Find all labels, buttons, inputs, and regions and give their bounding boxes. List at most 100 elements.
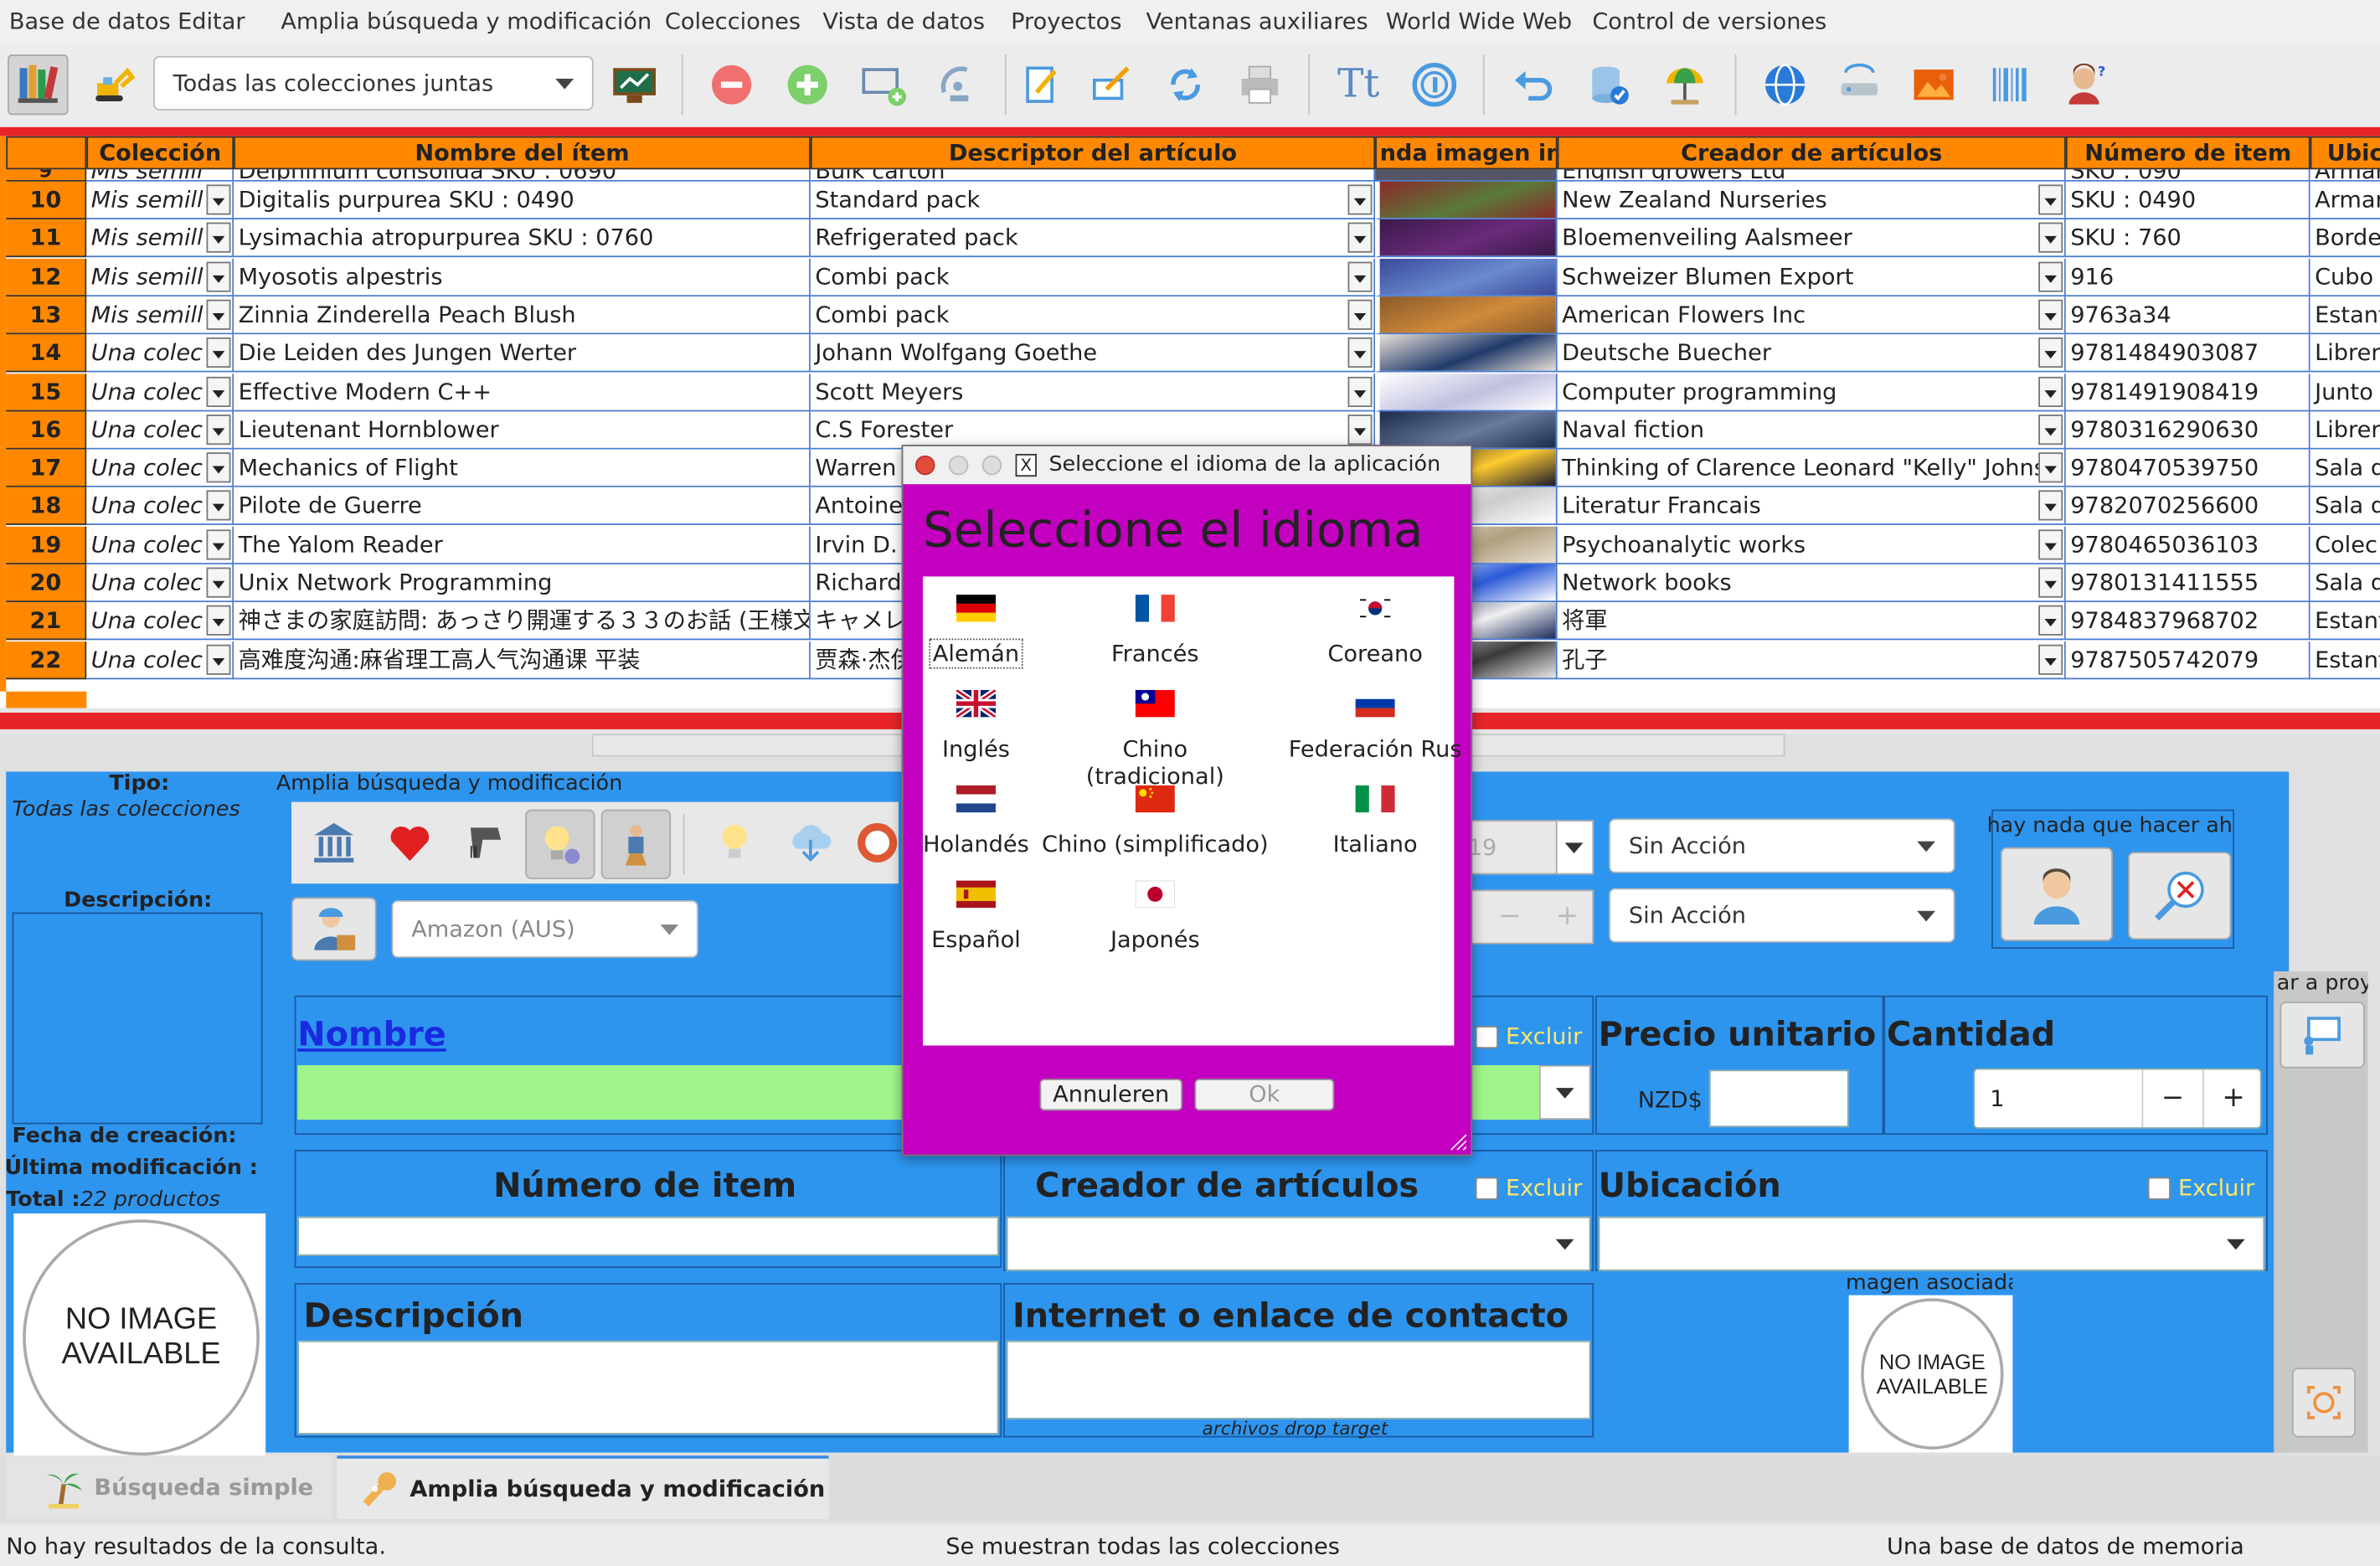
server-icon[interactable] <box>1829 54 1890 115</box>
cell-creador[interactable]: New Zealand Nurseries <box>1557 181 2066 219</box>
cell-dropdown-button[interactable] <box>2038 567 2063 598</box>
cell-coleccion[interactable]: Una colec <box>86 526 234 564</box>
collection-select[interactable]: Todas las colecciones juntas <box>153 55 594 111</box>
cell-descriptor[interactable]: Standard pack <box>810 181 1376 219</box>
nombre-excluir-checkbox[interactable]: Excluir <box>1475 1023 1582 1050</box>
cantidad-minus-button[interactable]: − <box>2141 1069 2202 1128</box>
cell-imagen[interactable] <box>1375 373 1558 411</box>
cell-dropdown-button[interactable] <box>206 260 231 291</box>
cell-numero[interactable]: 9763a34 <box>2065 296 2310 335</box>
cell-coleccion[interactable]: Mis semill <box>86 181 234 219</box>
language-option-frances[interactable]: Francés <box>1064 595 1247 667</box>
cell-creador[interactable]: 将軍 <box>1557 602 2066 641</box>
nombre-label[interactable]: Nombre <box>297 1017 446 1054</box>
language-option-chino-simplificado[interactable]: Chino (simplificado) <box>1018 785 1291 858</box>
heart-icon[interactable] <box>377 810 444 876</box>
undo-icon[interactable] <box>1502 54 1563 115</box>
ubicacion-excluir-checkbox[interactable]: Excluir <box>2147 1174 2254 1202</box>
col-header-nombre[interactable]: Nombre del ítem <box>234 136 811 170</box>
row-number[interactable]: 11 <box>6 219 87 258</box>
cell-nombre[interactable]: Myosotis alpestris <box>234 258 811 296</box>
cell-dropdown-button[interactable] <box>206 184 231 215</box>
language-option-japones[interactable]: Japonés <box>1064 880 1247 953</box>
cell-dropdown-button[interactable] <box>2038 375 2063 407</box>
cell-imagen[interactable] <box>1375 258 1558 296</box>
search-clear-icon[interactable] <box>2128 852 2232 940</box>
descripcion-input[interactable] <box>297 1340 999 1435</box>
cell-creador[interactable]: Schweizer Blumen Export <box>1557 258 2066 296</box>
cell-nombre[interactable]: Pilote de Guerre <box>234 487 811 526</box>
language-option-aleman[interactable]: Alemán <box>885 595 1068 669</box>
excavator-icon[interactable] <box>84 54 145 115</box>
cell-creador[interactable]: Thinking of Clarence Leonard "Kelly" Joh… <box>1557 449 2066 487</box>
museum-icon[interactable] <box>301 810 368 876</box>
cell-nombre[interactable]: 高难度沟通:麻省理工高人气沟通课 平装 <box>234 641 811 679</box>
precio-input[interactable] <box>1708 1069 1849 1128</box>
barcode-scanner-icon[interactable] <box>452 810 519 876</box>
cell-dropdown-button[interactable] <box>206 528 231 559</box>
cell-imagen[interactable] <box>1375 411 1558 450</box>
cell-nombre[interactable]: Zinnia Zinderella Peach Blush <box>234 296 811 335</box>
cell-descriptor[interactable]: Johann Wolfgang Goethe <box>810 334 1376 373</box>
cell-imagen[interactable] <box>1375 181 1558 219</box>
cell-dropdown-button[interactable] <box>2038 299 2063 330</box>
tab-simple-search[interactable]: Búsqueda simple <box>6 1455 332 1520</box>
cell-dropdown-button[interactable] <box>1347 337 1373 368</box>
language-option-espanol[interactable]: Español <box>885 880 1068 953</box>
cell-coleccion[interactable]: Una colec <box>86 411 234 450</box>
database-check-icon[interactable] <box>1579 54 1640 115</box>
row-number[interactable]: 12 <box>6 258 87 296</box>
cell-ubicacion[interactable]: Estant <box>2310 602 2380 641</box>
help-user-icon[interactable]: ? <box>2055 54 2116 115</box>
col-header-numero[interactable]: Número de item <box>2065 136 2310 170</box>
row-number[interactable]: 9 <box>6 169 87 182</box>
cell-ubicacion[interactable]: Sala d <box>2310 449 2380 487</box>
cell-creador[interactable]: American Flowers Inc <box>1557 296 2066 335</box>
action-select-2[interactable]: Sin Acción <box>1609 888 1955 943</box>
cell-dropdown-button[interactable] <box>1347 299 1373 330</box>
row-number[interactable]: 16 <box>6 411 87 450</box>
cell-ubicacion[interactable]: Estant <box>2310 296 2380 335</box>
cell-creador[interactable]: Naval fiction <box>1557 411 2066 450</box>
cell-numero[interactable]: 916 <box>2065 258 2310 296</box>
cell-dropdown-button[interactable] <box>206 452 231 483</box>
cell-coleccion[interactable]: Una colec <box>86 373 234 411</box>
cell-coleccion[interactable]: Una colec <box>86 564 234 603</box>
cell-ubicacion[interactable]: Librer <box>2310 411 2380 450</box>
menu-colecciones[interactable]: Colecciones <box>665 8 801 35</box>
cantidad-stepper[interactable]: 1 − + <box>1973 1068 2262 1129</box>
cell-ubicacion[interactable]: Armar <box>2310 181 2380 219</box>
dialog-maximize-button[interactable] <box>981 455 1002 476</box>
ok-button[interactable]: Ok <box>1194 1079 1335 1111</box>
cell-creador[interactable]: 孔子 <box>1557 641 2066 679</box>
cell-descriptor[interactable]: C.S Forester <box>810 411 1376 450</box>
cell-dropdown-button[interactable] <box>206 375 231 407</box>
cell-imagen[interactable] <box>1375 219 1558 258</box>
cell-dropdown-button[interactable] <box>206 567 231 598</box>
side-no-image[interactable]: NO IMAGE AVAILABLE <box>23 1219 260 1456</box>
font-size-icon[interactable]: Tt <box>1328 54 1389 115</box>
menu-editar[interactable]: Editar <box>178 8 245 35</box>
cell-dropdown-button[interactable] <box>1347 260 1373 291</box>
cell-nombre[interactable]: Digitalis purpurea SKU : 0490 <box>234 181 811 219</box>
user-avatar-icon[interactable] <box>2000 847 2113 941</box>
cell-creador[interactable]: Deutsche Buecher <box>1557 334 2066 373</box>
cell-dropdown-button[interactable] <box>1347 414 1373 445</box>
cell-dropdown-button[interactable] <box>2038 491 2063 522</box>
cell-coleccion[interactable]: Mis semill <box>86 219 234 258</box>
row-number[interactable]: 21 <box>6 602 87 641</box>
cell-creador[interactable]: English growers Ltd <box>1557 169 2066 182</box>
cell-nombre[interactable]: Mechanics of Flight <box>234 449 811 487</box>
satellite-icon[interactable] <box>929 54 990 115</box>
umbrella-icon[interactable] <box>1655 54 1716 115</box>
idea-settings-icon[interactable] <box>525 809 595 879</box>
cell-dropdown-button[interactable] <box>2038 223 2063 254</box>
cell-ubicacion[interactable]: Sala d <box>2310 564 2380 603</box>
col-header-imagen[interactable]: nda imagen im <box>1375 136 1558 170</box>
cell-coleccion[interactable]: Una colec <box>86 641 234 679</box>
presentation-icon[interactable] <box>604 54 665 115</box>
cell-coleccion[interactable]: Mis semill <box>86 296 234 335</box>
cell-imagen[interactable] <box>1375 334 1558 373</box>
cell-descriptor[interactable]: Bulk carton <box>810 169 1376 182</box>
cell-numero[interactable]: SKU : 090 <box>2065 169 2310 182</box>
